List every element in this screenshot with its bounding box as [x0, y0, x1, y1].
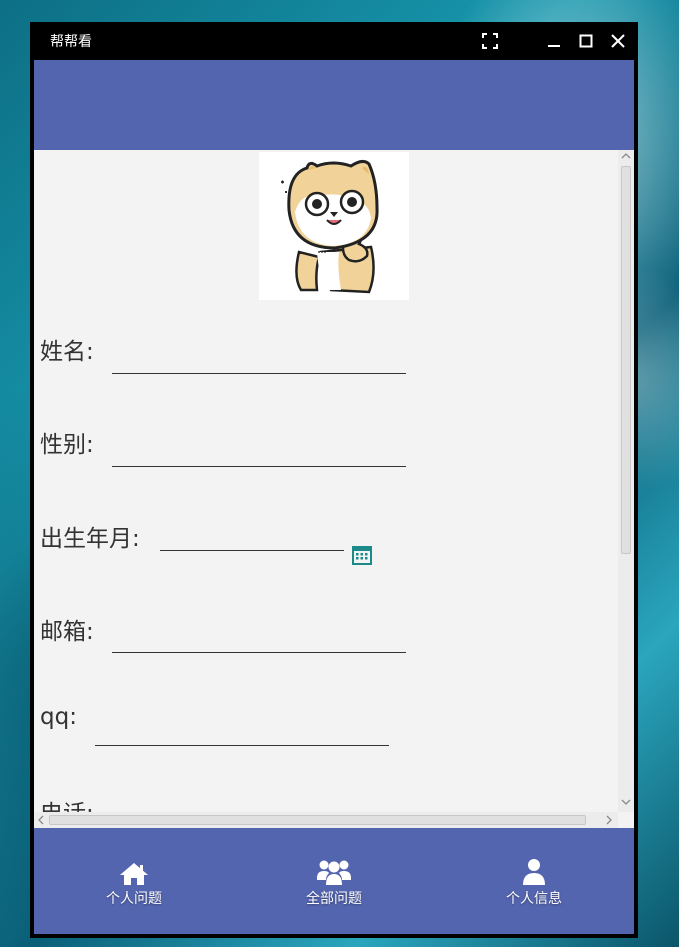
close-icon[interactable] [607, 30, 629, 52]
scroll-down-icon[interactable] [621, 798, 631, 809]
user-icon [522, 858, 546, 886]
nav-label-all-questions: 全部问题 [306, 891, 362, 907]
birthdate-field[interactable] [160, 550, 344, 551]
maximize-icon[interactable] [575, 30, 597, 52]
fullscreen-icon[interactable] [479, 30, 501, 52]
email-field[interactable] [112, 652, 406, 653]
title-bar[interactable]: 帮帮看 [30, 22, 638, 60]
vertical-scrollbar[interactable] [618, 150, 634, 812]
vertical-scroll-thumb[interactable] [621, 166, 631, 554]
home-icon [119, 858, 149, 886]
nav-item-personal-questions[interactable]: 个人问题 [34, 828, 234, 934]
qq-field[interactable] [95, 745, 389, 746]
calendar-icon[interactable] [352, 545, 372, 569]
gender-label: 性别: [40, 432, 94, 458]
scroll-right-icon[interactable] [605, 815, 613, 828]
group-icon [316, 858, 352, 886]
scroll-left-icon[interactable] [37, 815, 45, 828]
qq-label: qq: [40, 704, 77, 730]
profile-form-panel[interactable]: 姓名: 性别: 出生年月: 邮箱: qq: 电话: [34, 150, 634, 828]
nav-label-personal-questions: 个人问题 [106, 891, 162, 907]
name-label: 姓名: [40, 339, 94, 365]
nav-label-personal-info: 个人信息 [506, 891, 562, 907]
app-header [34, 60, 634, 150]
scroll-up-icon[interactable] [621, 152, 631, 163]
minimize-icon[interactable] [543, 30, 565, 52]
email-label: 邮箱: [40, 619, 94, 645]
window-title: 帮帮看 [50, 34, 92, 50]
scrollbar-corner [618, 812, 634, 828]
birthdate-label: 出生年月: [40, 526, 140, 552]
horizontal-scrollbar[interactable] [34, 812, 618, 828]
gender-field[interactable] [112, 466, 406, 467]
name-field[interactable] [112, 373, 406, 374]
bottom-nav: 个人问题 全部问题 个人信息 [34, 828, 634, 934]
avatar[interactable] [259, 152, 409, 300]
app-window: 帮帮看 姓名: 性别: 出生年月: 邮箱: qq: 个人问题 全部问题 个人信息 [30, 22, 638, 938]
horizontal-scroll-thumb[interactable] [49, 815, 586, 825]
nav-item-personal-info[interactable]: 个人信息 [434, 828, 634, 934]
nav-item-all-questions[interactable]: 全部问题 [234, 828, 434, 934]
